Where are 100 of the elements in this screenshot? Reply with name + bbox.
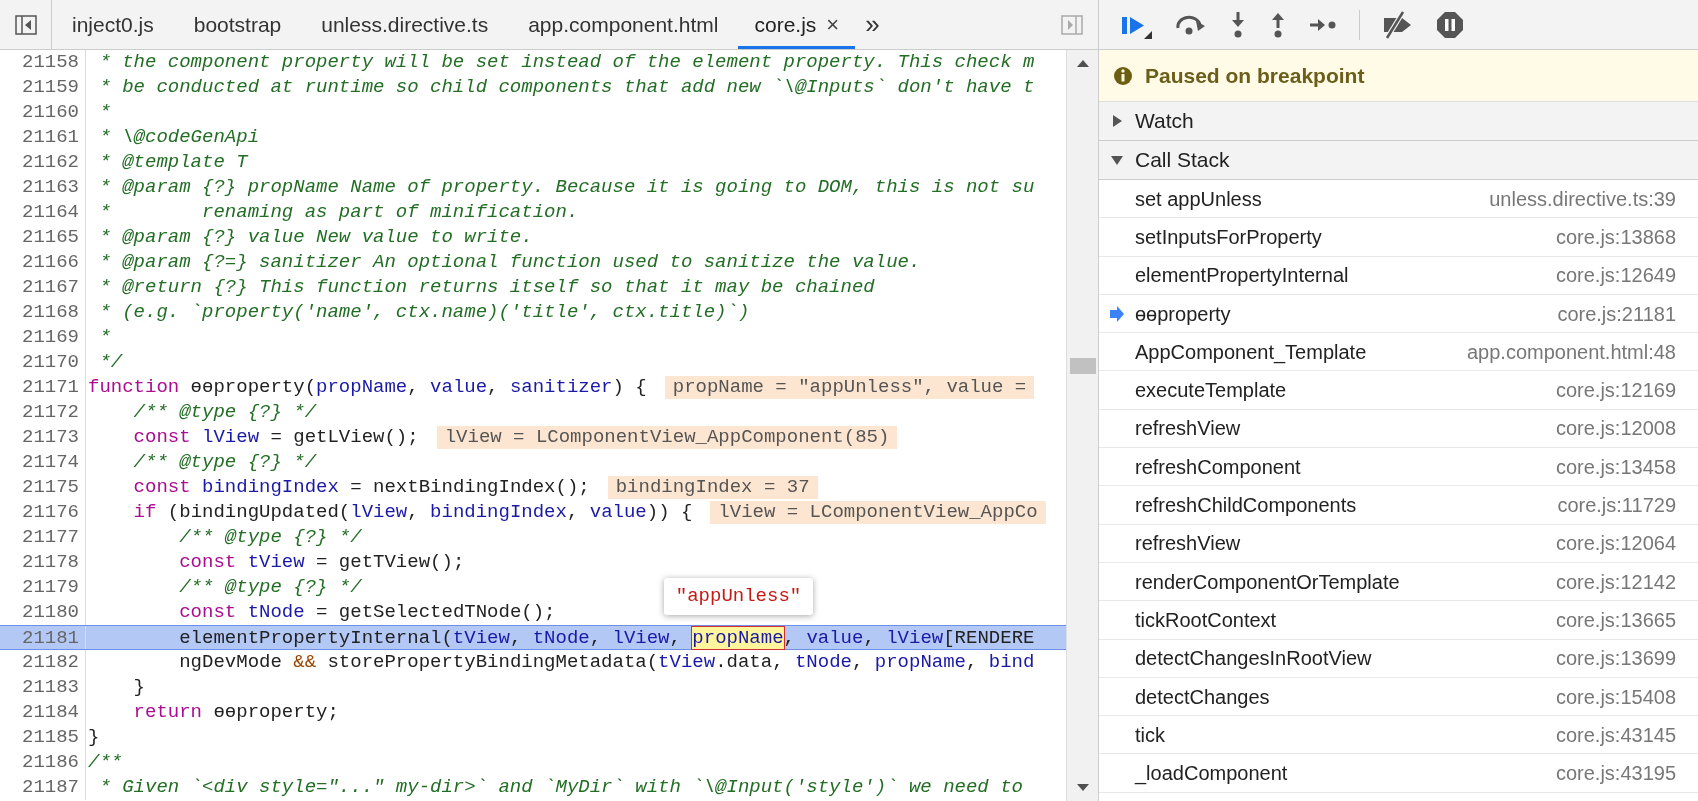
call-frame[interactable]: _loadComponent core.js:43195	[1099, 754, 1698, 793]
code-line: return ɵɵproperty;	[132, 700, 339, 725]
line-number[interactable]: 21170	[7, 350, 79, 375]
line-number[interactable]: 21169	[7, 325, 79, 350]
section-header[interactable]: Call Stack	[1099, 141, 1698, 180]
line-number[interactable]: 21178	[7, 550, 79, 575]
call-frame[interactable]: ɵɵproperty core.js:21181	[1099, 294, 1698, 334]
collapsed-triangle-icon	[1111, 115, 1123, 127]
line-number[interactable]: 21184	[7, 700, 79, 725]
line-number[interactable]: 21181	[7, 626, 79, 649]
code-line: /** @type {?} */	[132, 450, 317, 475]
call-frame[interactable]: elementPropertyInternal core.js:12649	[1099, 256, 1698, 295]
navigator-toggle-icon[interactable]	[14, 14, 37, 35]
code-line: * renaming as part of minification.	[98, 200, 579, 225]
inline-value: bindingIndex = 37	[607, 476, 818, 499]
code-line: const bindingIndex = nextBindingIndex();	[132, 475, 590, 500]
code-line: *	[98, 325, 111, 350]
line-number[interactable]: 21182	[7, 650, 79, 675]
code-line: const tNode = getSelectedTNode();	[178, 600, 556, 625]
value-tooltip: "appUnless"	[663, 578, 814, 615]
inline-value: lView = LComponentView_AppCo	[710, 501, 1046, 524]
line-number[interactable]: 21166	[7, 250, 79, 275]
code-line: /** @type {?} */	[178, 575, 362, 600]
line-number[interactable]: 21173	[7, 425, 79, 450]
code-line: * @param {?} value New value to write.	[98, 225, 533, 250]
line-number[interactable]: 21175	[7, 475, 79, 500]
line-number[interactable]: 21163	[7, 175, 79, 200]
line-number[interactable]: 21167	[7, 275, 79, 300]
code-line: * @template T	[98, 150, 248, 175]
close-tab-button[interactable]: ×	[826, 8, 840, 41]
call-frame[interactable]: tick core.js:43145	[1099, 716, 1698, 755]
more-tabs-button[interactable]: »	[855, 0, 890, 49]
code-line: /** @type {?} */	[132, 400, 317, 425]
call-frame[interactable]: refreshChildComponents core.js:11729	[1099, 486, 1698, 525]
line-number[interactable]: 21160	[7, 100, 79, 125]
line-number[interactable]: 21168	[7, 300, 79, 325]
code-line: ngDevMode && storePropertyBindingMetadata(tView.data, tNode, propName, bind	[178, 650, 1035, 675]
call-frame[interactable]: set appUnless unless.directive.ts:39	[1099, 180, 1698, 219]
paused-message: Paused on breakpoint	[1145, 62, 1365, 89]
line-number[interactable]: 21174	[7, 450, 79, 475]
file-tab[interactable]: unless.directive.ts	[301, 0, 509, 49]
current-frame-arrow-icon	[1109, 305, 1125, 322]
code-line: function ɵɵproperty(propName, value, sanitizer) {	[87, 375, 647, 400]
step-over-icon[interactable]	[1175, 13, 1207, 36]
code-line: *	[98, 100, 111, 125]
call-frame[interactable]: tickRootContext core.js:13665	[1099, 601, 1698, 640]
sidebar-toggle-icon[interactable]	[1061, 14, 1083, 35]
file-tab[interactable]: inject0.js	[52, 0, 174, 49]
call-frame[interactable]: executeTemplate core.js:12169	[1099, 371, 1698, 410]
code-line: * be conducted at runtime so child components that add new `\@Inputs` don't have t	[98, 75, 1035, 100]
call-frame[interactable]: renderComponentOrTemplate core.js:12142	[1099, 562, 1698, 602]
code-line: }	[132, 675, 145, 700]
code-line: * @return {?} This function returns itself so that it may be chained	[98, 275, 875, 300]
code-line: const tView = getTView();	[178, 550, 465, 575]
scroll-down-icon[interactable]	[1075, 783, 1090, 793]
call-frame[interactable]: setInputsForProperty core.js:13868	[1099, 218, 1698, 257]
code-line: }	[87, 725, 100, 750]
code-line: /** @type {?} */	[178, 525, 362, 550]
line-number[interactable]: 21187	[7, 775, 79, 800]
line-number[interactable]: 21165	[7, 225, 79, 250]
pause-on-exceptions-icon[interactable]	[1436, 10, 1464, 39]
code-line: if (bindingUpdated(lView, bindingIndex, value)) {	[132, 500, 693, 525]
inline-value: propName = "appUnless", value =	[664, 376, 1035, 399]
line-number[interactable]: 21177	[7, 525, 79, 550]
line-number[interactable]: 21185	[7, 725, 79, 750]
call-frame[interactable]: detectChanges core.js:15408	[1099, 677, 1698, 717]
line-number[interactable]: 21162	[7, 150, 79, 175]
call-frame[interactable]: refreshComponent core.js:13458	[1099, 448, 1698, 487]
code-line: * (e.g. `property('name', ctx.name)('title', ctx.title)`)	[98, 300, 750, 325]
line-number[interactable]: 21161	[7, 125, 79, 150]
code-line: /**	[87, 750, 123, 775]
line-number[interactable]: 21164	[7, 200, 79, 225]
section-header[interactable]: Watch	[1099, 102, 1698, 141]
line-number[interactable]: 21171	[7, 375, 79, 400]
info-icon	[1113, 65, 1133, 86]
line-number[interactable]: 21159	[7, 75, 79, 100]
file-tab[interactable]: app.component.html	[508, 0, 739, 49]
line-number[interactable]: 21186	[7, 750, 79, 775]
line-number[interactable]: 21158	[7, 50, 79, 75]
scrollbar-thumb[interactable]	[1069, 358, 1096, 374]
code-line: * Given `<div style="..." my-dir>` and `MyDir` with `\@Input('style')` we need to	[98, 775, 1023, 800]
inline-value: lView = LComponentView_AppComponent(85)	[436, 426, 898, 449]
call-frame[interactable]: refreshView core.js:12064	[1099, 524, 1698, 563]
code-line: * \@codeGenApi	[98, 125, 260, 150]
line-number[interactable]: 21183	[7, 675, 79, 700]
code-line: * @param {?} propName Name of property. Because it is going to DOM, this is not su	[98, 175, 1035, 200]
expanded-triangle-icon	[1111, 154, 1123, 166]
line-number[interactable]: 21172	[7, 400, 79, 425]
file-tab[interactable]: bootstrap	[173, 0, 302, 49]
line-number[interactable]: 21180	[7, 600, 79, 625]
step-into-icon[interactable]	[1229, 10, 1247, 39]
code-line: * @param {?=} sanitizer An optional function used to sanitize the value.	[98, 250, 921, 275]
line-number[interactable]: 21176	[7, 500, 79, 525]
line-number[interactable]: 21179	[7, 575, 79, 600]
call-frame[interactable]: refreshView core.js:12008	[1099, 409, 1698, 449]
scroll-up-icon[interactable]	[1075, 58, 1090, 68]
code-line: elementPropertyInternal(tView, tNode, lView, propName, value, lView[RENDERE	[178, 626, 1035, 649]
call-frame[interactable]: detectChangesInRootView core.js:13699	[1099, 639, 1698, 678]
code-line: */	[98, 350, 123, 375]
call-frame[interactable]: AppComponent_Template app.component.html:48	[1099, 333, 1698, 372]
